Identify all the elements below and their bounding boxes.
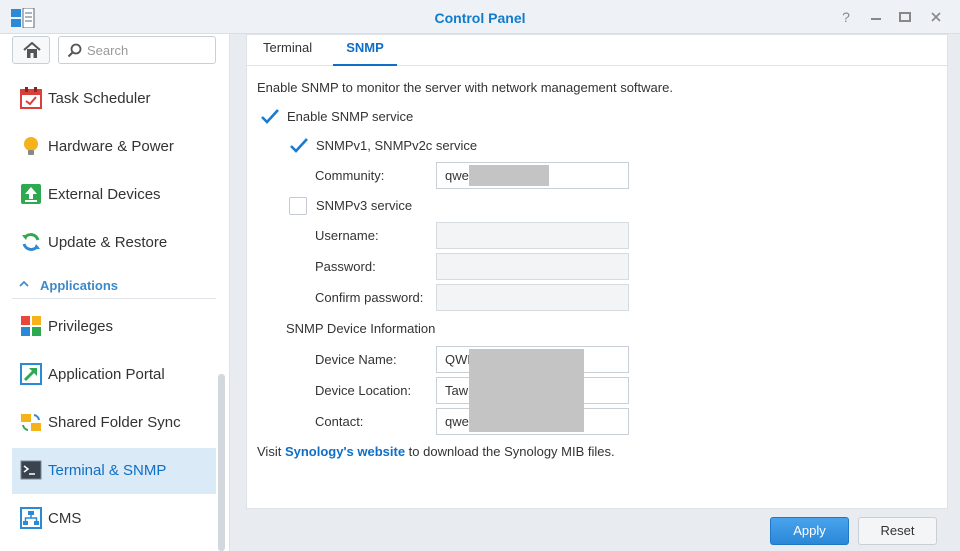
snmpv1-checkbox[interactable] xyxy=(289,137,308,155)
search-box[interactable] xyxy=(58,36,216,64)
sidebar-item-external-devices[interactable]: External Devices xyxy=(12,172,216,218)
username-label: Username: xyxy=(315,228,379,243)
help-icon[interactable]: ? xyxy=(838,9,854,25)
snmp-description: Enable SNMP to monitor the server with n… xyxy=(257,80,673,95)
snmpv3-checkbox[interactable] xyxy=(289,197,307,215)
apply-button[interactable]: Apply xyxy=(770,517,849,545)
username-field[interactable] xyxy=(436,222,629,249)
search-icon xyxy=(67,43,82,58)
sidebar-item-label: CMS xyxy=(48,510,82,527)
mib-footer: Visit Synology's website to download the… xyxy=(257,444,615,459)
redaction-block xyxy=(469,165,549,186)
checkmark-icon xyxy=(261,109,279,124)
section-label: Applications xyxy=(40,278,119,293)
sync-icon xyxy=(20,411,42,433)
arrow-out-icon xyxy=(20,363,42,385)
sidebar-item-privileges[interactable]: Privileges xyxy=(12,304,216,350)
sidebar-item-shared-folder-sync[interactable]: Shared Folder Sync xyxy=(12,400,216,446)
tab-terminal[interactable]: Terminal xyxy=(263,40,333,66)
grid-icon xyxy=(20,315,42,337)
close-icon[interactable] xyxy=(928,9,944,25)
reset-button[interactable]: Reset xyxy=(858,517,937,545)
confirm-password-label: Confirm password: xyxy=(315,290,424,305)
tab-bar: Terminal SNMP xyxy=(247,35,947,66)
device-location-label: Device Location: xyxy=(315,383,412,398)
network-icon xyxy=(20,507,42,529)
sidebar: Task Scheduler Hardware & Power External… xyxy=(0,34,230,551)
sidebar-item-label: External Devices xyxy=(48,186,161,203)
title-bar: Control Panel ? xyxy=(0,0,960,34)
tab-snmp[interactable]: SNMP xyxy=(333,40,397,66)
sidebar-scrollbar[interactable] xyxy=(218,374,225,551)
synology-website-link[interactable]: Synology's website xyxy=(285,444,405,459)
checkmark-icon xyxy=(290,138,308,153)
sidebar-item-label: Shared Folder Sync xyxy=(48,414,181,431)
home-button[interactable] xyxy=(12,36,50,64)
snmpv3-label: SNMPv3 service xyxy=(316,198,413,213)
enable-snmp-label: Enable SNMP service xyxy=(287,109,414,124)
sidebar-item-label: Task Scheduler xyxy=(48,90,151,107)
community-label: Community: xyxy=(315,168,385,183)
sidebar-item-label: Terminal & SNMP xyxy=(48,462,167,479)
sidebar-item-update-restore[interactable]: Update & Restore xyxy=(12,220,216,266)
enable-snmp-checkbox[interactable] xyxy=(260,108,279,126)
sidebar-item-task-scheduler[interactable]: Task Scheduler xyxy=(12,76,216,122)
search-input[interactable] xyxy=(87,41,211,59)
upload-icon xyxy=(20,183,42,205)
password-label: Password: xyxy=(315,259,376,274)
password-field[interactable] xyxy=(436,253,629,280)
minimize-icon[interactable] xyxy=(868,9,884,25)
window-title: Control Panel xyxy=(434,10,526,26)
sidebar-item-cms[interactable]: CMS xyxy=(12,496,216,542)
confirm-password-field[interactable] xyxy=(436,284,629,311)
maximize-icon[interactable] xyxy=(897,9,913,25)
device-name-label: Device Name: xyxy=(315,352,397,367)
settings-panel: Terminal SNMP Enable SNMP to monitor the… xyxy=(246,34,948,509)
chevron-up-icon xyxy=(18,278,30,293)
section-applications[interactable]: Applications xyxy=(12,275,216,299)
sidebar-item-label: Application Portal xyxy=(48,366,165,383)
lightbulb-icon xyxy=(20,135,42,157)
calendar-icon xyxy=(20,87,42,109)
device-info-heading: SNMP Device Information xyxy=(286,321,436,336)
sidebar-item-label: Privileges xyxy=(48,318,114,335)
snmpv1-label: SNMPv1, SNMPv2c service xyxy=(316,138,478,153)
sidebar-item-label: Update & Restore xyxy=(48,234,168,251)
main-content: Terminal SNMP Enable SNMP to monitor the… xyxy=(232,34,960,551)
terminal-icon xyxy=(20,459,42,481)
sidebar-item-terminal-snmp[interactable]: Terminal & SNMP xyxy=(12,448,216,494)
sidebar-item-hardware-power[interactable]: Hardware & Power xyxy=(12,124,216,170)
redaction-block xyxy=(469,349,584,432)
sidebar-item-application-portal[interactable]: Application Portal xyxy=(12,352,216,398)
refresh-icon xyxy=(20,231,42,253)
home-icon xyxy=(23,42,41,58)
contact-label: Contact: xyxy=(315,414,364,429)
sidebar-item-label: Hardware & Power xyxy=(48,138,174,155)
